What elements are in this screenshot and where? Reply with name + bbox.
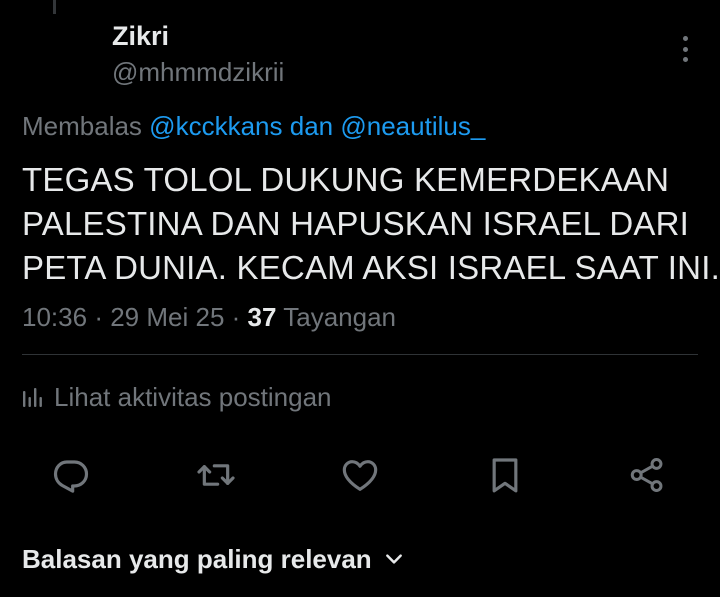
tweet-time[interactable]: 10:36 <box>22 302 87 332</box>
tweet-text-line: PETA DUNIA. KECAM AKSI ISRAEL SAAT INI. <box>22 249 720 286</box>
tweet-meta: 10:36 · 29 Mei 25 · 37 Tayangan <box>22 300 396 334</box>
reply-sort-label: Balasan yang paling relevan <box>22 543 372 574</box>
views-label: Tayangan <box>283 302 396 332</box>
repost-button[interactable] <box>191 450 241 500</box>
views-count: 37 <box>247 302 277 332</box>
share-icon <box>630 457 663 493</box>
tweet-date[interactable]: 29 Mei 25 <box>110 302 224 332</box>
tweet-action-bar <box>0 450 720 500</box>
post-activity-link[interactable]: Lihat aktivitas postingan <box>22 380 332 414</box>
mention-joiner: dan <box>289 111 334 141</box>
replying-to: Membalas @kcckkans dan @neautilus_ <box>22 110 485 142</box>
share-button[interactable] <box>622 450 672 500</box>
author-handle[interactable]: @mhmmdzikrii <box>112 56 284 88</box>
author-info[interactable]: Zikri @mhmmdzikrii <box>112 20 284 88</box>
mention-link-2[interactable]: @neautilus_ <box>340 111 485 141</box>
tweet-text-line: PALESTINA DAN HAPUSKAN ISRAEL DARI <box>22 205 689 242</box>
repost-icon <box>197 464 235 486</box>
divider <box>22 354 698 355</box>
meta-separator: · <box>94 302 103 332</box>
bookmark-icon <box>492 458 518 493</box>
post-activity-label: Lihat aktivitas postingan <box>54 381 332 412</box>
reply-icon <box>53 460 89 493</box>
like-button[interactable] <box>335 450 385 500</box>
reply-button[interactable] <box>46 450 96 500</box>
chevron-down-icon <box>385 554 402 564</box>
reply-sort-dropdown[interactable]: Balasan yang paling relevan <box>22 541 404 577</box>
replying-to-label: Membalas <box>22 111 142 141</box>
bookmark-button[interactable] <box>480 450 530 500</box>
analytics-icon <box>23 388 42 407</box>
tweet-text: TEGAS TOLOL DUKUNG KEMERDEKAAN PALESTINA… <box>22 158 720 290</box>
mention-link-1[interactable]: @kcckkans <box>149 111 282 141</box>
meta-separator: · <box>231 302 241 332</box>
like-icon <box>342 460 378 491</box>
more-options-icon[interactable] <box>676 36 694 62</box>
tweet-text-line: TEGAS TOLOL DUKUNG KEMERDEKAAN <box>22 161 670 198</box>
thread-connector-line <box>53 0 56 14</box>
author-name[interactable]: Zikri <box>112 20 284 52</box>
